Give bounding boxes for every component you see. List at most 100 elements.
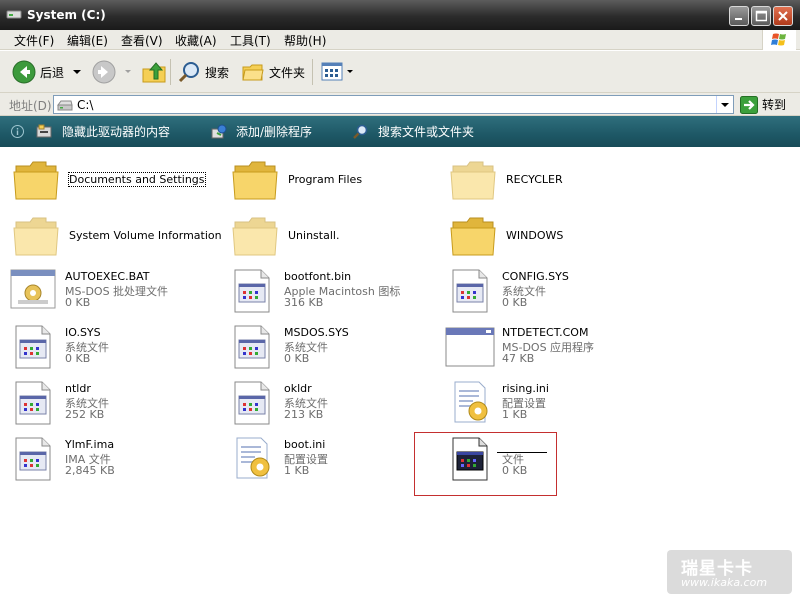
batch-file-icon bbox=[10, 269, 56, 309]
item-name: MSDOS.SYS bbox=[284, 326, 349, 339]
task-search-files[interactable]: 搜索文件或文件夹 bbox=[352, 123, 474, 140]
up-folder-button[interactable] bbox=[141, 59, 167, 85]
item-size: 0 KB bbox=[284, 352, 310, 365]
address-dropdown[interactable] bbox=[716, 96, 733, 113]
folder-item[interactable]: Program Files bbox=[231, 154, 441, 206]
add-remove-programs-icon bbox=[211, 124, 227, 138]
file-item[interactable]: MSDOS.SYS 系统文件 0 KB bbox=[227, 322, 437, 374]
system-file-icon bbox=[15, 437, 51, 481]
task-hide-contents[interactable]: 隐藏此驱动器的内容 bbox=[36, 123, 170, 140]
back-button[interactable]: 后退 bbox=[12, 59, 82, 85]
maximize-icon bbox=[755, 10, 767, 22]
toolbar: 后退 搜索 文件夹 bbox=[0, 51, 800, 93]
item-name: CONFIG.SYS bbox=[502, 270, 569, 283]
go-label: 转到 bbox=[762, 98, 787, 112]
highlight-box bbox=[414, 432, 557, 496]
item-name: rising.ini bbox=[502, 382, 549, 395]
menu-tools[interactable]: 工具(T) bbox=[230, 32, 271, 49]
folder-item[interactable]: WINDOWS bbox=[449, 210, 659, 262]
task-add-remove-programs[interactable]: 添加/删除程序 bbox=[210, 123, 312, 140]
file-item[interactable]: bootfont.bin Apple Macintosh 图标 316 KB bbox=[227, 266, 437, 318]
file-item[interactable]: CONFIG.SYS 系统文件 0 KB bbox=[445, 266, 655, 318]
folder-item[interactable]: RECYCLER bbox=[449, 154, 659, 206]
file-item[interactable]: boot.ini 配置设置 1 KB bbox=[227, 434, 437, 486]
item-size: 0 KB bbox=[65, 296, 91, 309]
go-button[interactable]: 转到 bbox=[740, 95, 786, 114]
go-arrow-icon bbox=[740, 95, 758, 114]
address-bar: 地址(D) C:\ 转到 bbox=[0, 93, 800, 116]
system-file-icon bbox=[234, 381, 270, 425]
chevron-down-icon[interactable] bbox=[346, 68, 354, 76]
minimize-button[interactable] bbox=[729, 6, 749, 26]
menu-help[interactable]: 帮助(H) bbox=[284, 32, 326, 49]
drive-icon bbox=[6, 10, 22, 19]
system-file-icon bbox=[234, 325, 270, 369]
item-name: System Volume Information bbox=[69, 229, 222, 242]
menu-favorites[interactable]: 收藏(A) bbox=[175, 32, 217, 49]
item-size: 0 KB bbox=[65, 352, 91, 365]
item-name: boot.ini bbox=[284, 438, 326, 451]
system-file-icon bbox=[234, 269, 270, 313]
title-bar[interactable]: System (C:) bbox=[0, 0, 800, 30]
item-size: 47 KB bbox=[502, 352, 535, 365]
item-name: YlmF.ima bbox=[65, 438, 115, 451]
up-folder-icon bbox=[142, 62, 166, 83]
views-icon bbox=[321, 62, 343, 81]
windows-logo bbox=[762, 30, 796, 50]
views-button[interactable] bbox=[320, 59, 354, 85]
menu-edit[interactable]: 编辑(E) bbox=[67, 32, 108, 49]
chevron-down-icon[interactable] bbox=[72, 68, 82, 76]
folder-item[interactable]: System Volume Information bbox=[12, 210, 222, 262]
toolbar-separator bbox=[170, 59, 171, 85]
folder-item[interactable]: Uninstall. bbox=[231, 210, 441, 262]
file-item[interactable]: okldr 系统文件 213 KB bbox=[227, 378, 437, 430]
menu-bar: 文件(F) 编辑(E) 查看(V) 收藏(A) 工具(T) 帮助(H) bbox=[0, 30, 800, 50]
item-size: 252 KB bbox=[65, 408, 105, 421]
item-name: okldr bbox=[284, 382, 312, 395]
folder-icon bbox=[450, 217, 496, 256]
menu-file[interactable]: 文件(F) bbox=[14, 32, 54, 49]
maximize-button[interactable] bbox=[751, 6, 771, 26]
folders-label: 文件夹 bbox=[269, 65, 306, 80]
close-button[interactable] bbox=[773, 6, 793, 26]
file-list: Documents and Settings Program Files REC… bbox=[4, 147, 796, 596]
address-value: C:\ bbox=[77, 98, 94, 112]
chevron-down-icon[interactable] bbox=[124, 68, 132, 76]
file-item[interactable]: AUTOEXEC.BAT MS-DOS 批处理文件 0 KB bbox=[8, 266, 218, 318]
file-item[interactable]: NTDETECT.COM MS-DOS 应用程序 47 KB bbox=[445, 322, 655, 374]
task-search-files-label: 搜索文件或文件夹 bbox=[378, 125, 475, 139]
windows-flag-icon bbox=[771, 33, 786, 46]
search-button[interactable]: 搜索 bbox=[177, 59, 229, 85]
search-icon bbox=[353, 124, 368, 139]
folder-icon bbox=[232, 161, 278, 200]
file-item[interactable]: IO.SYS 系统文件 0 KB bbox=[8, 322, 218, 374]
file-item[interactable]: rising.ini 配置设置 1 KB bbox=[445, 378, 655, 430]
back-arrow-icon bbox=[12, 60, 36, 84]
watermark: 瑞星卡卡 www.ikaka.com bbox=[667, 550, 792, 594]
item-name: ntldr bbox=[65, 382, 91, 395]
drive-icon bbox=[57, 100, 73, 111]
hidden-folder-icon bbox=[13, 217, 59, 256]
item-size: 0 KB bbox=[502, 296, 528, 309]
item-name: NTDETECT.COM bbox=[502, 326, 589, 339]
address-input[interactable]: C:\ bbox=[53, 95, 734, 114]
item-size: 1 KB bbox=[284, 464, 310, 477]
forward-button[interactable] bbox=[92, 59, 132, 85]
file-item[interactable]: YlmF.ima IMA 文件 2,845 KB bbox=[8, 434, 218, 486]
item-size: 213 KB bbox=[284, 408, 324, 421]
chevron-down-icon bbox=[721, 102, 729, 107]
window-title: System (C:) bbox=[27, 8, 106, 22]
menu-view[interactable]: 查看(V) bbox=[121, 32, 163, 49]
config-settings-icon bbox=[454, 381, 488, 423]
close-icon bbox=[778, 11, 788, 21]
item-name: WINDOWS bbox=[506, 229, 564, 242]
explorer-window: System (C:) 文件(F) 编辑(E) 查看(V) 收藏(A) 工具(T… bbox=[0, 0, 800, 600]
hide-contents-icon bbox=[36, 124, 52, 137]
item-name: Documents and Settings bbox=[68, 172, 206, 187]
folder-item[interactable]: Documents and Settings bbox=[12, 154, 222, 206]
folders-button[interactable]: 文件夹 bbox=[241, 59, 305, 85]
system-file-icon bbox=[452, 269, 488, 313]
file-item[interactable]: ntldr 系统文件 252 KB bbox=[8, 378, 218, 430]
empty-filename-underline bbox=[497, 452, 547, 453]
info-icon bbox=[11, 125, 24, 138]
